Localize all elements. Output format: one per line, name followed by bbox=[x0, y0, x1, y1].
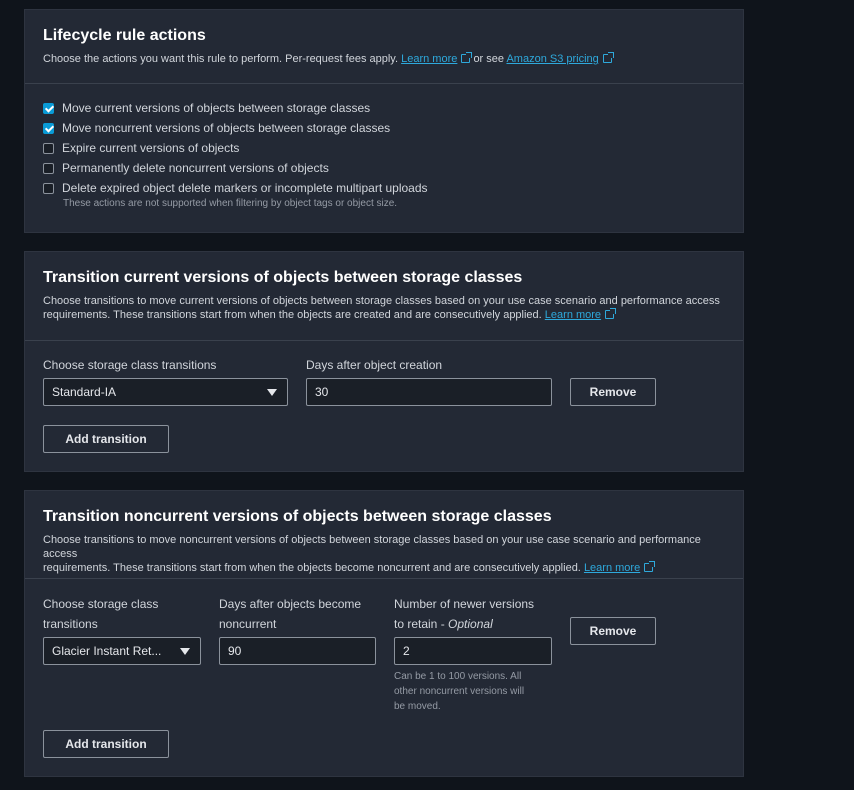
add-transition-button[interactable]: Add transition bbox=[43, 730, 169, 758]
option-expire-current[interactable]: Expire current versions of objects bbox=[43, 140, 239, 156]
section-title: Lifecycle rule actions bbox=[43, 27, 206, 44]
days-label: Days after object creation bbox=[306, 358, 443, 372]
checkbox[interactable] bbox=[43, 102, 54, 114]
storage-class-select[interactable]: Glacier Instant Ret... bbox=[43, 637, 201, 665]
versions-label: Number of newer versions to retain - Opt… bbox=[394, 597, 535, 631]
learn-more-link[interactable]: Learn more bbox=[545, 309, 601, 321]
storage-class-label: Choose storage class transitions bbox=[43, 597, 159, 631]
divider bbox=[25, 340, 743, 341]
external-link-icon bbox=[605, 308, 617, 319]
transition-current-panel: Transition current versions of objects b… bbox=[24, 251, 744, 472]
option-delete-noncurrent[interactable]: Permanently delete noncurrent versions o… bbox=[43, 160, 329, 176]
storage-class-select[interactable]: Standard-IA bbox=[43, 378, 288, 406]
caret-down-icon bbox=[180, 648, 190, 655]
remove-button[interactable]: Remove bbox=[570, 617, 656, 645]
checkbox[interactable] bbox=[43, 122, 54, 134]
divider bbox=[25, 83, 743, 84]
lifecycle-rule-actions-panel: Lifecycle rule actions Choose the action… bbox=[24, 9, 744, 233]
transition-noncurrent-panel: Transition noncurrent versions of object… bbox=[24, 490, 744, 777]
option-move-current[interactable]: Move current versions of objects between… bbox=[43, 100, 370, 116]
option-delete-markers[interactable]: Delete expired object delete markers or … bbox=[43, 180, 428, 196]
days-input[interactable]: 90 bbox=[219, 637, 376, 665]
versions-hint: Can be 1 to 100 versions. All other nonc… bbox=[394, 671, 525, 712]
section-description: Choose transitions to move noncurrent ve… bbox=[43, 534, 701, 574]
external-link-icon bbox=[602, 52, 614, 63]
days-input[interactable]: 30 bbox=[306, 378, 552, 406]
option-move-noncurrent[interactable]: Move noncurrent versions of objects betw… bbox=[43, 120, 390, 136]
learn-more-link[interactable]: Learn more bbox=[584, 562, 640, 574]
checkbox[interactable] bbox=[43, 182, 54, 194]
remove-button[interactable]: Remove bbox=[570, 378, 656, 406]
versions-input[interactable]: 2 bbox=[394, 637, 552, 665]
section-title: Transition noncurrent versions of object… bbox=[43, 508, 552, 525]
section-description: Choose the actions you want this rule to… bbox=[43, 52, 725, 66]
section-title: Transition current versions of objects b… bbox=[43, 269, 523, 286]
checkbox[interactable] bbox=[43, 142, 54, 154]
section-description: Choose transitions to move current versi… bbox=[43, 295, 720, 321]
external-link-icon bbox=[461, 52, 473, 63]
actions-note: These actions are not supported when fil… bbox=[63, 198, 398, 209]
days-label: Days after objects become noncurrent bbox=[219, 597, 362, 631]
checkbox[interactable] bbox=[43, 162, 54, 174]
learn-more-link[interactable]: Learn more bbox=[401, 53, 457, 65]
divider bbox=[25, 578, 743, 579]
add-transition-button[interactable]: Add transition bbox=[43, 425, 169, 453]
storage-class-label: Choose storage class transitions bbox=[43, 358, 217, 372]
caret-down-icon bbox=[267, 389, 277, 396]
s3-pricing-link[interactable]: Amazon S3 pricing bbox=[506, 53, 598, 65]
external-link-icon bbox=[644, 561, 656, 572]
